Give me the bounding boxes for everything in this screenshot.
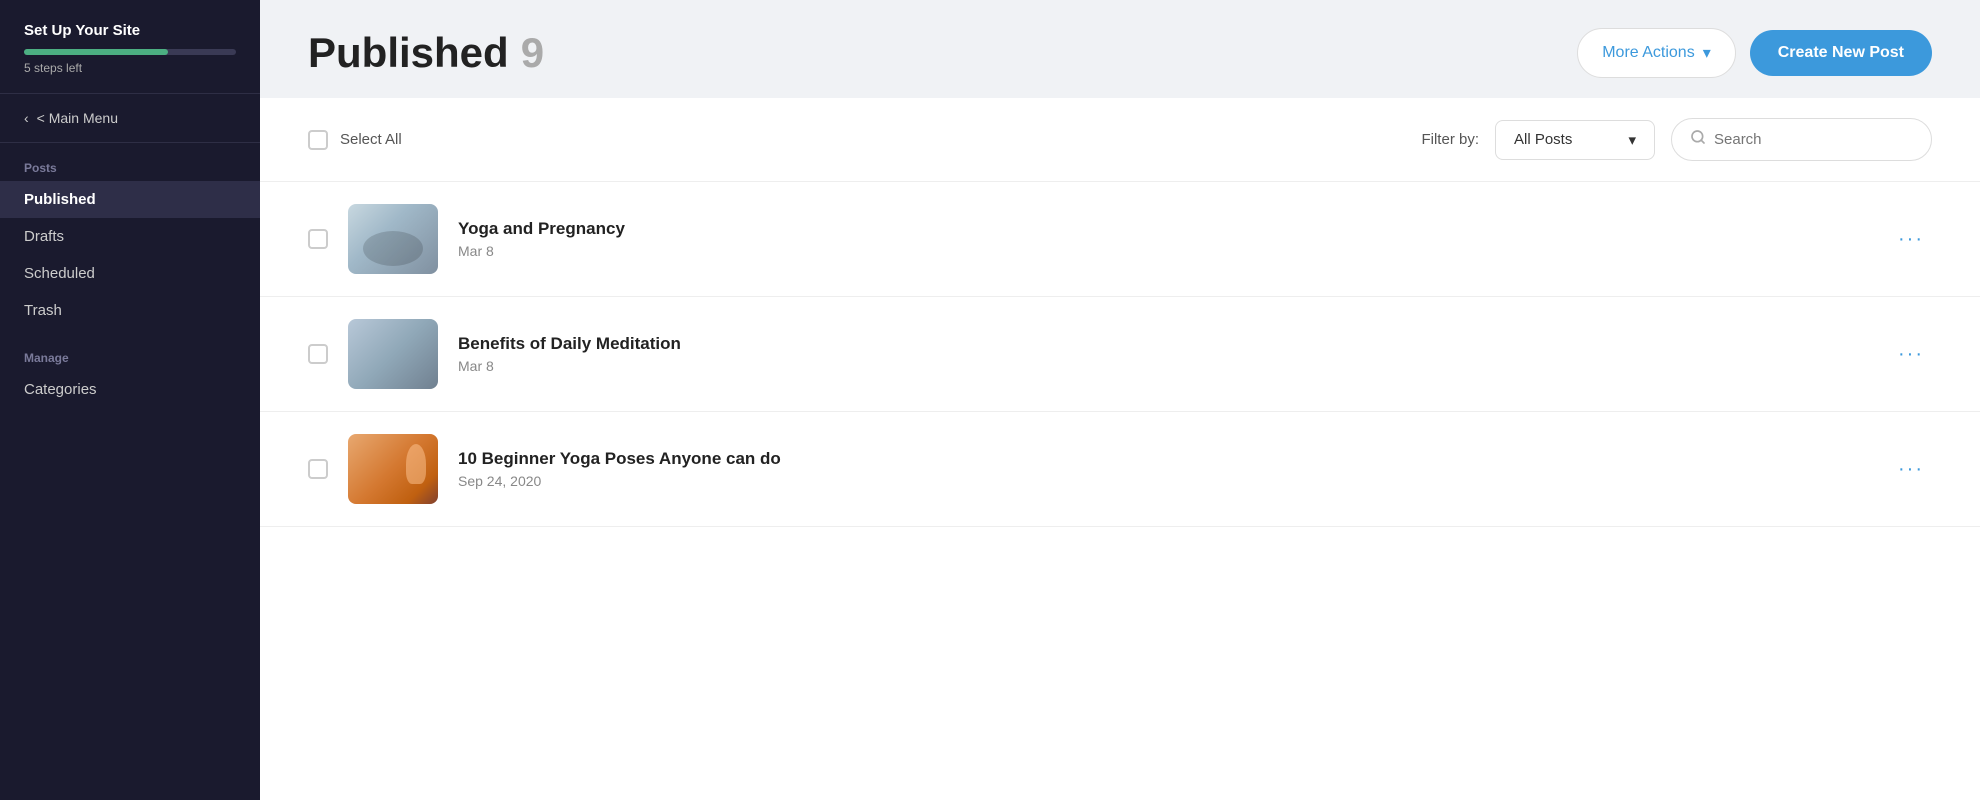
post-3-title: 10 Beginner Yoga Poses Anyone can do (458, 449, 1870, 469)
progress-bar-fill (24, 49, 168, 55)
search-icon (1690, 129, 1706, 150)
filter-bar: Select All Filter by: All Posts ▾ (260, 98, 1980, 182)
post-2-date: Mar 8 (458, 358, 1870, 374)
post-1-checkbox[interactable] (308, 229, 328, 249)
post-3-checkbox[interactable] (308, 459, 328, 479)
select-all-area: Select All (308, 130, 402, 150)
sidebar-item-categories[interactable]: Categories (0, 371, 260, 408)
filter-by-label: Filter by: (1421, 131, 1479, 148)
sidebar-item-label-drafts: Drafts (24, 228, 64, 245)
sidebar: Set Up Your Site 5 steps left ‹ < Main M… (0, 0, 260, 800)
sidebar-item-drafts[interactable]: Drafts (0, 218, 260, 255)
filter-right: Filter by: All Posts ▾ (1421, 118, 1932, 161)
search-box (1671, 118, 1932, 161)
post-item: Yoga and Pregnancy Mar 8 ··· (260, 182, 1980, 297)
create-new-post-button[interactable]: Create New Post (1750, 30, 1932, 76)
chevron-left-icon: ‹ (24, 110, 29, 126)
sidebar-item-label-scheduled: Scheduled (24, 265, 95, 282)
sidebar-item-published[interactable]: Published (0, 181, 260, 218)
progress-bar-background (24, 49, 236, 55)
steps-left: 5 steps left (24, 61, 236, 75)
header-actions: More Actions ▾ Create New Post (1577, 28, 1932, 78)
setup-title: Set Up Your Site (24, 22, 236, 39)
post-3-date: Sep 24, 2020 (458, 473, 1870, 489)
more-actions-label: More Actions (1602, 44, 1694, 62)
post-2-title: Benefits of Daily Meditation (458, 334, 1870, 354)
sidebar-item-label-trash: Trash (24, 302, 62, 319)
post-1-title: Yoga and Pregnancy (458, 219, 1870, 239)
sidebar-item-trash[interactable]: Trash (0, 292, 260, 329)
sidebar-item-label-published: Published (24, 191, 96, 208)
page-title-text: Published (308, 29, 509, 77)
post-2-thumbnail (348, 319, 438, 389)
page-header: Published 9 More Actions ▾ Create New Po… (260, 0, 1980, 98)
post-2-info: Benefits of Daily Meditation Mar 8 (458, 334, 1870, 374)
post-1-date: Mar 8 (458, 243, 1870, 259)
setup-section: Set Up Your Site 5 steps left (0, 0, 260, 94)
post-list: Yoga and Pregnancy Mar 8 ··· Benefits of… (260, 182, 1980, 527)
main-menu-label: < Main Menu (37, 110, 118, 126)
manage-section-label: Manage (0, 329, 260, 371)
main-menu-link[interactable]: ‹ < Main Menu (0, 94, 260, 143)
post-item: Benefits of Daily Meditation Mar 8 ··· (260, 297, 1980, 412)
page-title: Published 9 (308, 29, 544, 77)
select-all-checkbox[interactable] (308, 130, 328, 150)
more-actions-button[interactable]: More Actions ▾ (1577, 28, 1736, 78)
filter-selected-value: All Posts (1514, 131, 1572, 148)
post-item: 10 Beginner Yoga Poses Anyone can do Sep… (260, 412, 1980, 527)
post-3-thumbnail (348, 434, 438, 504)
post-1-info: Yoga and Pregnancy Mar 8 (458, 219, 1870, 259)
filter-dropdown[interactable]: All Posts ▾ (1495, 120, 1655, 160)
filter-chevron-down-icon: ▾ (1628, 131, 1636, 149)
post-1-options-button[interactable]: ··· (1890, 224, 1932, 255)
post-3-options-button[interactable]: ··· (1890, 454, 1932, 485)
content-area: Select All Filter by: All Posts ▾ (260, 98, 1980, 800)
posts-section-label: Posts (0, 143, 260, 181)
sidebar-item-scheduled[interactable]: Scheduled (0, 255, 260, 292)
select-all-label: Select All (340, 131, 402, 148)
post-2-options-button[interactable]: ··· (1890, 339, 1932, 370)
search-input[interactable] (1714, 131, 1913, 148)
chevron-down-icon: ▾ (1703, 43, 1711, 63)
post-2-checkbox[interactable] (308, 344, 328, 364)
post-1-thumbnail (348, 204, 438, 274)
post-3-info: 10 Beginner Yoga Poses Anyone can do Sep… (458, 449, 1870, 489)
post-count-badge: 9 (521, 29, 544, 77)
sidebar-item-label-categories: Categories (24, 381, 97, 398)
main-content: Published 9 More Actions ▾ Create New Po… (260, 0, 1980, 800)
create-new-post-label: Create New Post (1778, 44, 1904, 61)
